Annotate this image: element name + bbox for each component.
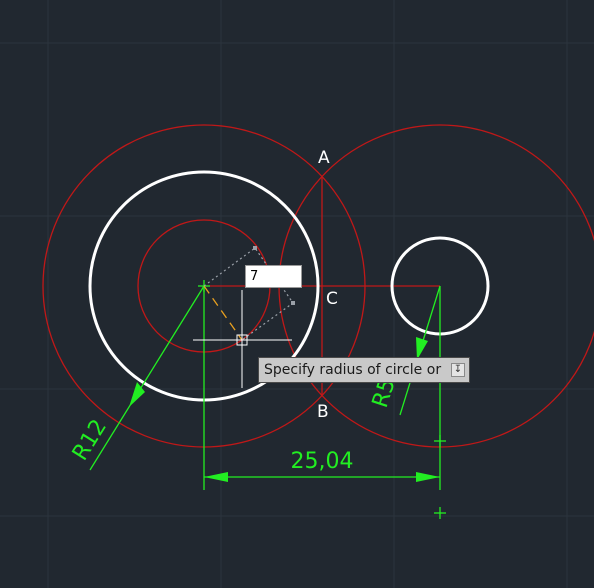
dim-arrow-right bbox=[416, 472, 440, 482]
dim-arrow-left bbox=[204, 472, 228, 482]
point-label-c: C bbox=[326, 289, 338, 309]
dimension-distance-text: 25,04 bbox=[291, 449, 354, 474]
grip-point-1 bbox=[253, 246, 257, 250]
drawing-canvas[interactable]: 25,04 R12 R5 A B C bbox=[0, 0, 594, 588]
radius-leader-left bbox=[89, 285, 205, 471]
radius-value-input[interactable] bbox=[245, 265, 302, 288]
point-label-a: A bbox=[318, 148, 330, 168]
prompt-text: Specify radius of circle or bbox=[264, 362, 442, 378]
rubberband-radius-line bbox=[203, 285, 243, 341]
command-prompt-tooltip: Specify radius of circle or ↧ bbox=[258, 357, 470, 383]
point-label-b: B bbox=[317, 402, 329, 422]
down-arrow-icon[interactable]: ↧ bbox=[451, 363, 465, 377]
radius-left-text: R12 bbox=[68, 415, 112, 465]
grip-point-2 bbox=[291, 301, 295, 305]
